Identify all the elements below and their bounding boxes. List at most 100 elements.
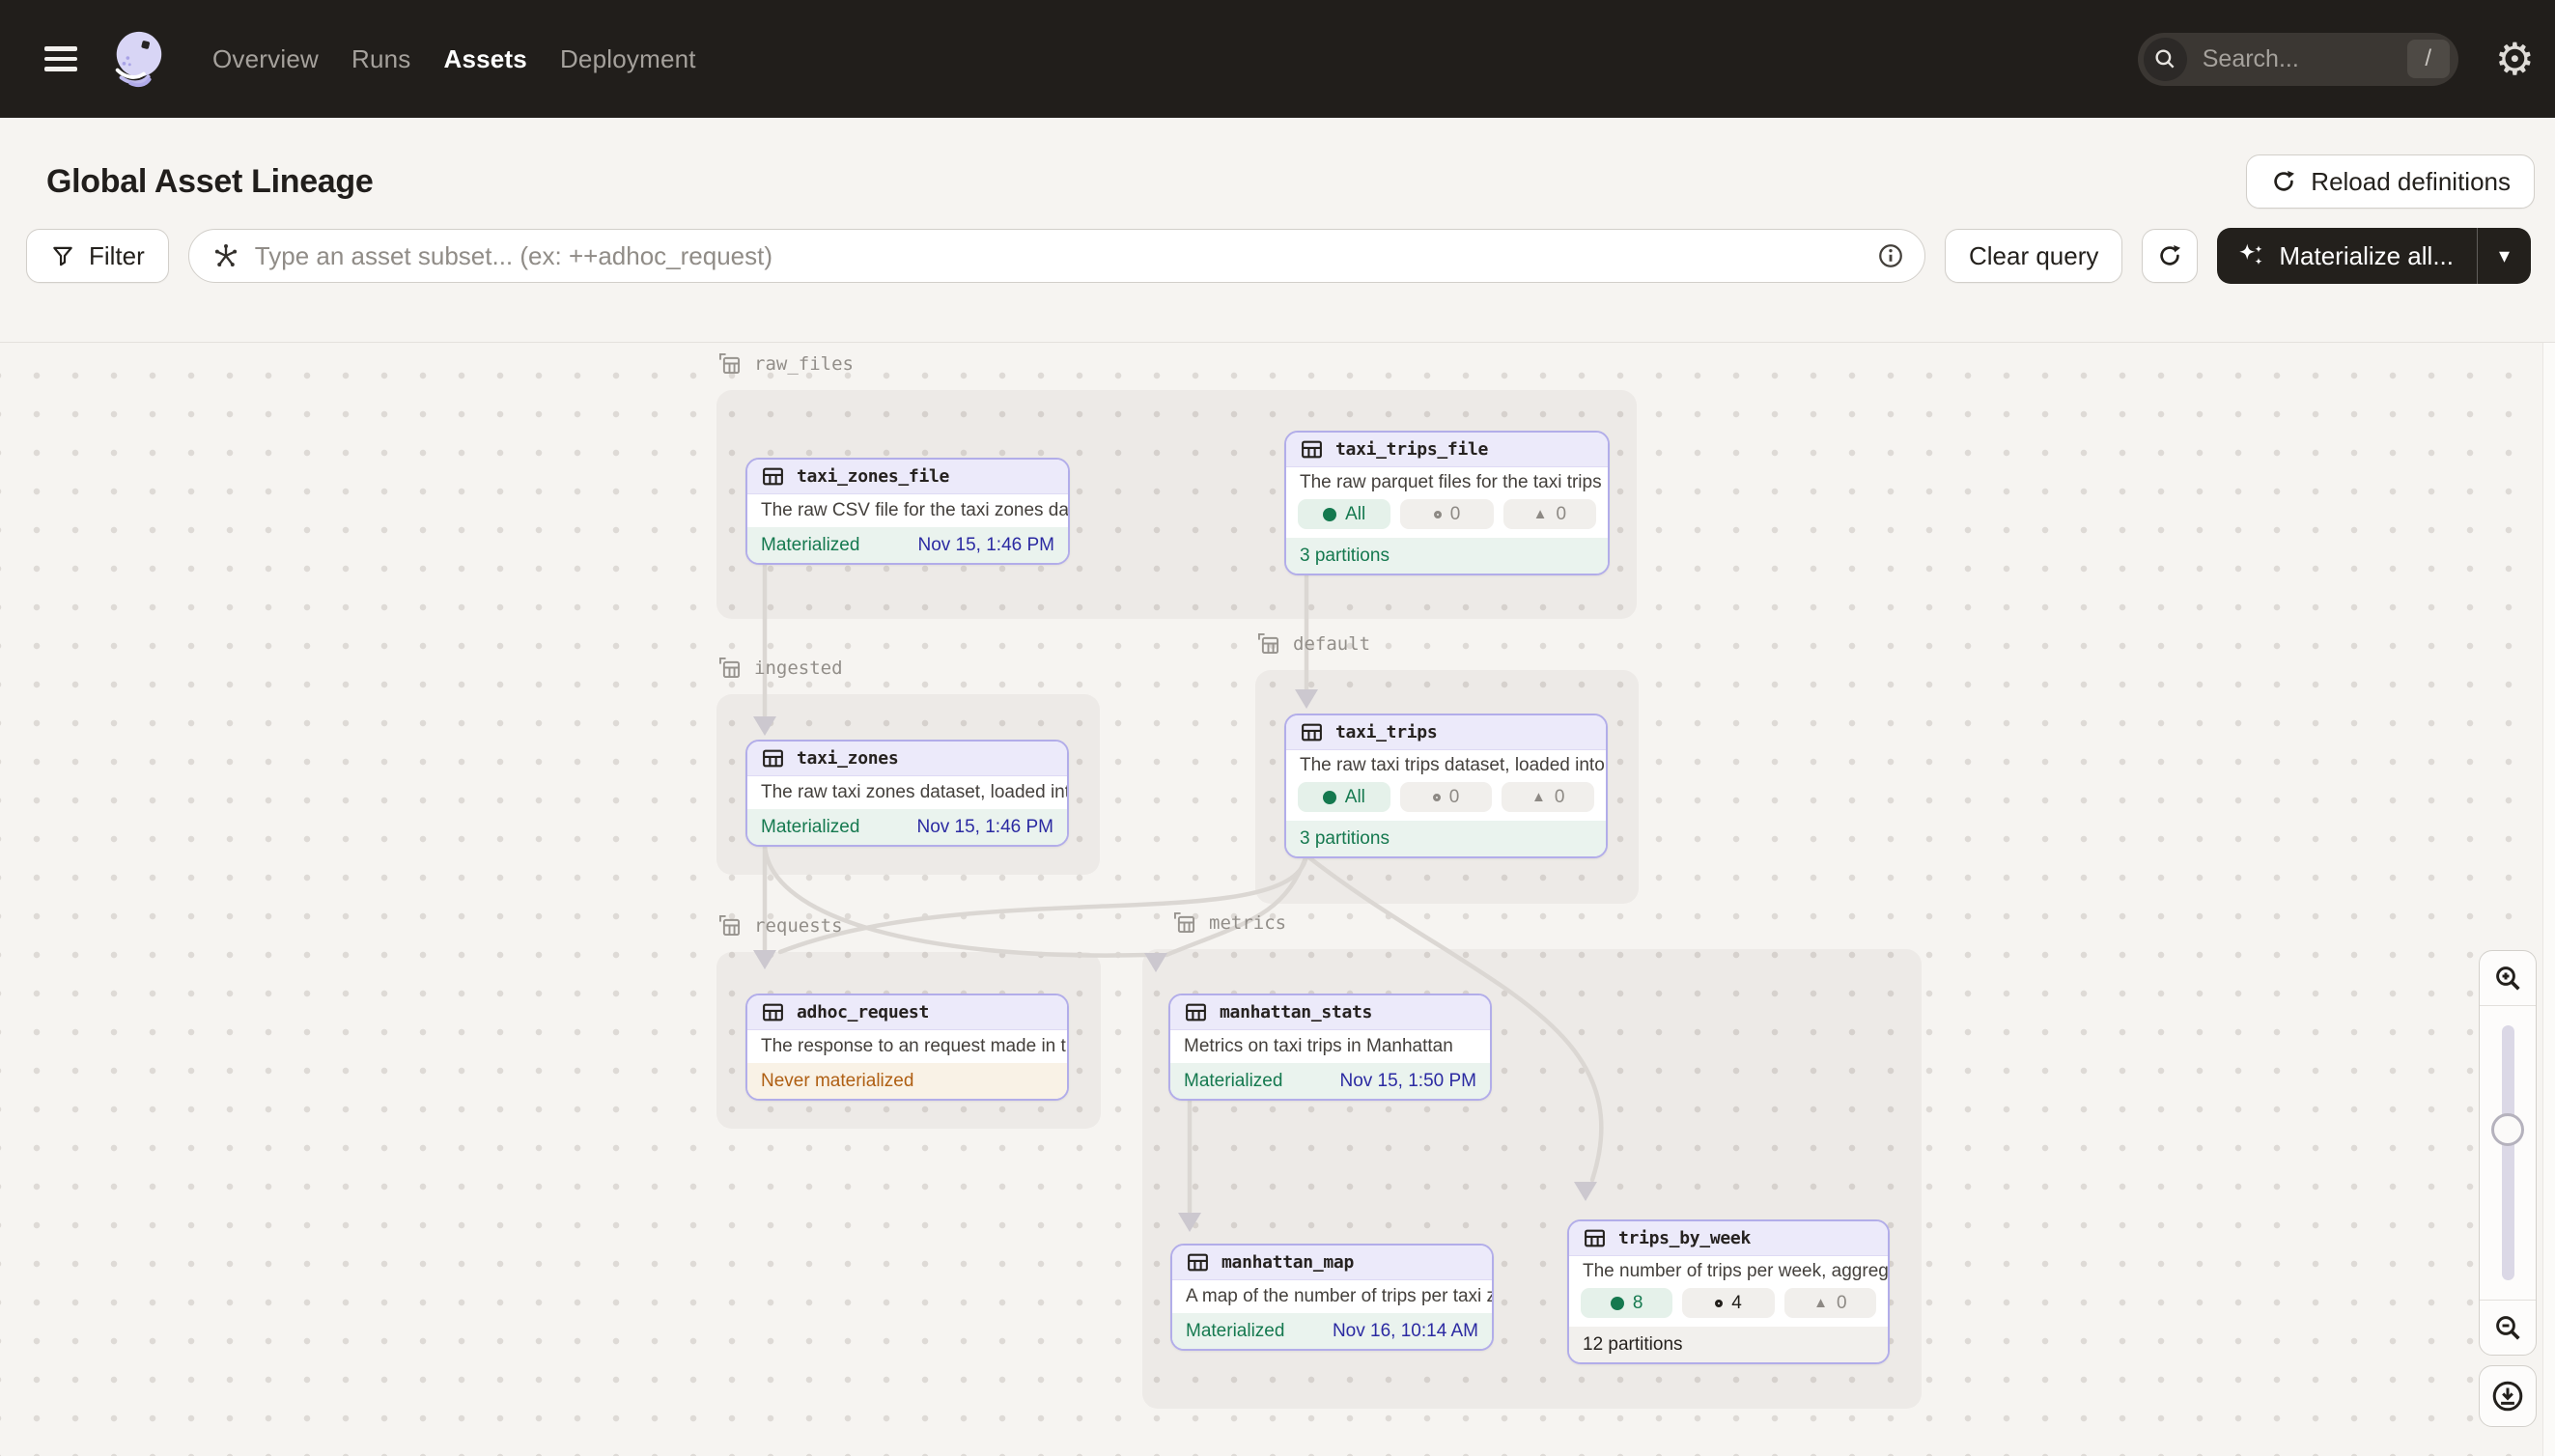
status-label: Materialized (1184, 1071, 1282, 1092)
nav-runs[interactable]: Runs (351, 44, 411, 74)
refresh-graph-button[interactable] (2142, 229, 2198, 283)
canvas-scrollbar[interactable] (2542, 343, 2555, 1456)
asset-description: The response to an request made in th... (747, 1030, 1067, 1063)
asset-status-bar: 3 partitions (1286, 538, 1608, 574)
partition-health-pills: All 0 ▲0 (1286, 497, 1608, 538)
status-label: Materialized (761, 817, 859, 838)
missing-partitions-pill: 4 (1682, 1288, 1774, 1318)
funnel-icon (50, 243, 75, 268)
asset-status-bar: Never materialized (747, 1063, 1067, 1099)
table-icon (761, 1000, 785, 1024)
asset-description: The raw CSV file for the taxi zones dat.… (747, 494, 1068, 527)
asset-selector-icon (212, 242, 239, 269)
materialized-partitions-pill: All (1298, 782, 1390, 812)
zoom-in-icon (2492, 963, 2523, 994)
search-icon (2144, 38, 2187, 81)
asset-description: A map of the number of trips per taxi z.… (1172, 1280, 1492, 1313)
asset-status-bar: Materialized Nov 16, 10:14 AM (1172, 1313, 1492, 1349)
group-label-metrics[interactable]: metrics (1171, 910, 1286, 936)
failed-partitions-pill: ▲0 (1503, 499, 1596, 529)
status-label: Materialized (1186, 1321, 1284, 1342)
asset-status-bar: 3 partitions (1286, 821, 1606, 856)
asset-group-icon (716, 350, 743, 377)
asset-status-bar: Materialized Nov 15, 1:46 PM (747, 527, 1068, 563)
asset-subset-query-input[interactable]: Type an asset subset... (ex: ++adhoc_req… (188, 229, 1925, 283)
partitions-count: 3 partitions (1300, 828, 1390, 850)
partition-health-pills: 8 4 ▲0 (1569, 1286, 1888, 1327)
reload-definitions-button[interactable]: Reload definitions (2246, 154, 2535, 209)
triangle-icon: ▲ (1813, 1296, 1828, 1310)
asset-group-icon (1255, 630, 1281, 657)
materialize-all-button[interactable]: Materialize all... ▾ (2217, 228, 2531, 284)
materialize-dropdown-caret[interactable]: ▾ (2477, 228, 2531, 284)
table-icon (1300, 720, 1324, 744)
table-icon (1583, 1226, 1607, 1250)
sparkle-icon (2236, 241, 2265, 270)
partition-health-pills: All 0 ▲0 (1286, 780, 1606, 821)
nav-overview[interactable]: Overview (212, 44, 319, 74)
asset-node-trips-by-week[interactable]: trips_by_week The number of trips per we… (1567, 1219, 1890, 1364)
info-icon[interactable] (1876, 241, 1905, 270)
refresh-icon (2156, 242, 2183, 269)
asset-node-taxi-zones[interactable]: taxi_zones The raw taxi zones dataset, l… (745, 740, 1069, 847)
zoom-slider-track[interactable] (2502, 1025, 2514, 1280)
lineage-toolbar: Filter Type an asset subset... (ex: ++ad… (0, 228, 2555, 284)
status-label: Never materialized (761, 1071, 913, 1092)
group-label-requests[interactable]: requests (716, 912, 843, 938)
lineage-canvas[interactable]: raw_files ingested default requests metr… (0, 342, 2555, 1456)
asset-node-taxi-trips[interactable]: taxi_trips The raw taxi trips dataset, l… (1284, 714, 1608, 858)
zoom-out-icon (2492, 1312, 2523, 1343)
asset-node-adhoc-request[interactable]: adhoc_request The response to an request… (745, 994, 1069, 1101)
asset-node-taxi-trips-file[interactable]: taxi_trips_file The raw parquet files fo… (1284, 431, 1610, 575)
materialization-timestamp: Nov 15, 1:46 PM (916, 817, 1053, 838)
asset-status-bar: Materialized Nov 15, 1:50 PM (1170, 1063, 1490, 1099)
group-label-ingested[interactable]: ingested (716, 655, 843, 681)
menu-icon[interactable] (44, 41, 77, 77)
missing-partitions-pill: 0 (1400, 499, 1493, 529)
zoom-in-button[interactable] (2480, 951, 2536, 1006)
top-nav: Overview Runs Assets Deployment Search..… (0, 0, 2555, 118)
refresh-icon (2270, 168, 2297, 195)
asset-group-icon (1171, 910, 1197, 936)
nav-deployment[interactable]: Deployment (560, 44, 696, 74)
partitions-count: 12 partitions (1583, 1334, 1683, 1356)
arrow-down-circle-icon (2490, 1379, 2525, 1414)
settings-gear-icon[interactable]: ⚙ (2495, 37, 2535, 81)
group-label-default[interactable]: default (1255, 630, 1370, 657)
materialized-partitions-pill: 8 (1581, 1288, 1672, 1318)
table-icon (1184, 1000, 1208, 1024)
nav-assets[interactable]: Assets (443, 44, 526, 74)
ring-dot-icon (1433, 794, 1441, 801)
asset-description: The number of trips per week, aggreg... (1569, 1256, 1888, 1286)
triangle-icon: ▲ (1533, 507, 1548, 521)
zoom-slider-thumb[interactable] (2491, 1113, 2524, 1146)
search-placeholder: Search... (2203, 45, 2407, 73)
failed-partitions-pill: ▲0 (1502, 782, 1594, 812)
missing-partitions-pill: 0 (1400, 782, 1493, 812)
filled-dot-icon (1323, 508, 1336, 521)
asset-status-bar: 12 partitions (1569, 1327, 1888, 1362)
asset-group-icon (716, 655, 743, 681)
materialization-timestamp: Nov 15, 1:46 PM (917, 535, 1054, 556)
asset-node-taxi-zones-file[interactable]: taxi_zones_file The raw CSV file for the… (745, 458, 1070, 565)
ring-dot-icon (1434, 511, 1442, 518)
materialized-partitions-pill: All (1298, 499, 1390, 529)
asset-description: The raw parquet files for the taxi trips… (1286, 467, 1608, 497)
asset-node-manhattan-map[interactable]: manhattan_map A map of the number of tri… (1170, 1244, 1494, 1351)
table-icon (1186, 1250, 1210, 1274)
group-label-raw-files[interactable]: raw_files (716, 350, 854, 377)
zoom-out-button[interactable] (2480, 1300, 2536, 1355)
filter-button[interactable]: Filter (26, 229, 169, 283)
zoom-slider[interactable] (2480, 1006, 2536, 1300)
clear-query-button[interactable]: Clear query (1945, 229, 2122, 283)
global-search-input[interactable]: Search... / (2138, 33, 2458, 86)
filled-dot-icon (1323, 791, 1336, 804)
fit-view-button[interactable] (2479, 1365, 2537, 1427)
asset-description: The raw taxi zones dataset, loaded int..… (747, 776, 1067, 809)
partitions-count: 3 partitions (1300, 546, 1390, 567)
search-shortcut-badge: / (2407, 40, 2450, 78)
dagster-logo[interactable] (108, 29, 168, 89)
zoom-control-panel (2479, 950, 2537, 1356)
asset-node-manhattan-stats[interactable]: manhattan_stats Metrics on taxi trips in… (1168, 994, 1492, 1101)
primary-nav: Overview Runs Assets Deployment (212, 44, 696, 74)
